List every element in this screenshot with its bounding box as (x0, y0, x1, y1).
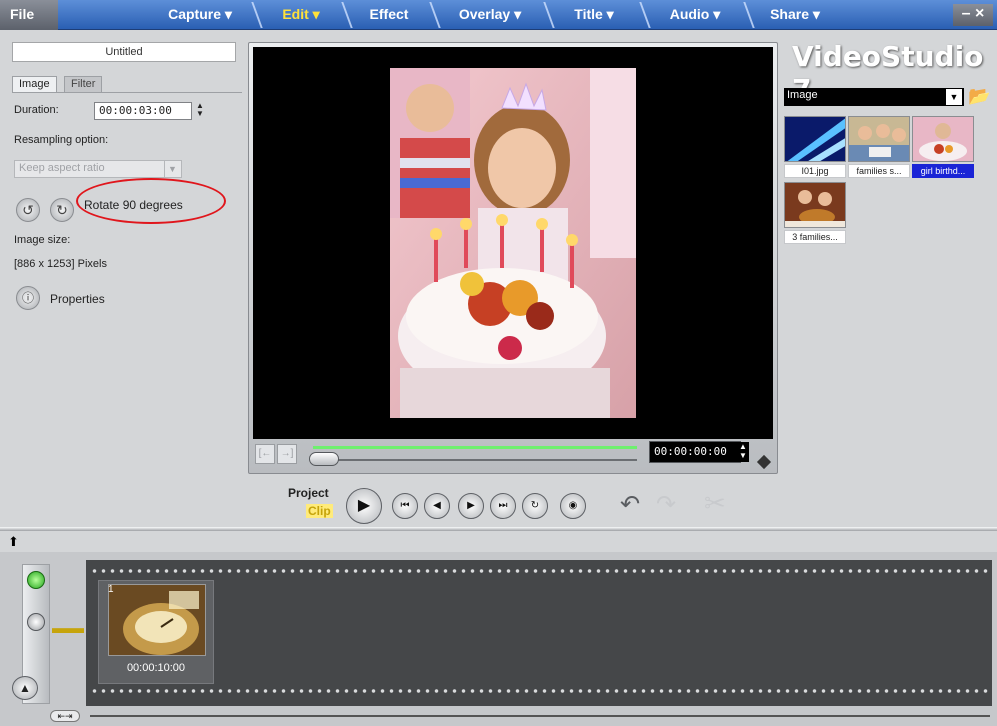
image-size-label: Image size: (14, 234, 71, 246)
properties-icon[interactable]: ⓘ (16, 286, 40, 310)
storyboard-track[interactable] (86, 560, 992, 706)
library-thumbnail (784, 182, 846, 228)
resampling-label: Resampling option: (14, 134, 109, 146)
split-clip-icon[interactable]: ✂ (704, 488, 726, 519)
library-item-caption: girl birthd... (912, 164, 974, 178)
storyboard-view-icon[interactable] (27, 571, 45, 589)
open-media-icon[interactable]: ▲ (12, 676, 38, 700)
duration-spinner-icon[interactable]: ▲ ▼ (194, 102, 206, 120)
timecode-spinner-icon[interactable]: ▲ ▼ (737, 442, 749, 462)
rotate-left-icon[interactable]: ↺ (16, 198, 40, 222)
timeline-scrollbar[interactable] (90, 715, 990, 717)
arrow-up-icon[interactable]: ⬆ (8, 534, 19, 550)
library-item-selected[interactable]: girl birthd... (912, 116, 974, 178)
project-mode-label[interactable]: Project (288, 486, 329, 500)
film-perforations (90, 568, 988, 574)
preview-window: [← →] 00:00:00:00 ▲ ▼ (248, 42, 778, 474)
project-title-field[interactable]: Untitled (12, 42, 236, 62)
undo-icon[interactable]: ↶ (620, 490, 640, 519)
window-controls[interactable]: – × (953, 4, 993, 26)
clip-mode-label[interactable]: Clip (306, 504, 333, 518)
library-item[interactable]: families s... (848, 116, 910, 178)
library-item-caption: families s... (848, 164, 910, 178)
zoom-timeline-icon[interactable]: ⇤⇥ (50, 710, 80, 722)
clip-duration: 00:00:10:00 (126, 662, 186, 674)
duration-label: Duration: (14, 104, 59, 116)
end-icon[interactable]: ⏭ (490, 493, 516, 519)
library-item-caption: I01.jpg (784, 164, 846, 178)
timecode-display[interactable]: 00:00:00:00 (649, 441, 741, 463)
play-icon[interactable]: ▶ (346, 488, 382, 524)
top-menu-bar: File Capture ▾ Edit ▾ Effect Overlay ▾ T… (0, 0, 997, 30)
tab-image[interactable]: Image (12, 76, 57, 92)
trim-buttons: [← →] (255, 444, 303, 466)
step-share[interactable]: Share ▾ (752, 0, 838, 30)
film-perforations (90, 688, 988, 694)
clip-thumbnail (108, 584, 206, 656)
scrubber-handle[interactable] (309, 452, 339, 466)
scrubber-track[interactable] (313, 459, 637, 461)
tab-filter[interactable]: Filter (64, 76, 103, 92)
library-item[interactable]: 3 families... (784, 182, 846, 244)
open-folder-icon[interactable]: 📂 (968, 86, 994, 108)
duration-field[interactable]: 00:00:03:00 (94, 102, 192, 120)
redo-icon[interactable]: ↷ (656, 490, 676, 519)
library-category-select[interactable]: Image (784, 88, 964, 106)
mark-out-icon[interactable]: →] (277, 444, 297, 464)
step-effect[interactable]: Effect (352, 0, 426, 30)
file-menu[interactable]: File (0, 0, 58, 30)
step-title[interactable]: Title ▾ (552, 0, 636, 30)
resize-handle-icon[interactable] (756, 454, 772, 470)
step-overlay[interactable]: Overlay ▾ (440, 0, 540, 30)
previous-frame-icon[interactable]: ◀ (424, 493, 450, 519)
preview-image (390, 68, 636, 418)
timeline-divider[interactable] (0, 527, 997, 531)
chevron-down-icon[interactable]: ▼ (946, 89, 962, 105)
library-thumbnail (848, 116, 910, 162)
tab-divider (12, 92, 242, 93)
preview-screen (253, 47, 773, 439)
chevron-down-icon[interactable]: ▼ (164, 161, 180, 177)
image-size-value: [886 x 1253] Pixels (14, 258, 107, 270)
home-icon[interactable]: ⏮ (392, 493, 418, 519)
options-panel: Untitled Image Filter Duration: 00:00:03… (6, 40, 242, 520)
mark-in-icon[interactable]: [← (255, 444, 275, 464)
properties-label[interactable]: Properties (50, 292, 105, 306)
library-thumbnail (784, 116, 846, 162)
resampling-select[interactable]: Keep aspect ratio (14, 160, 182, 178)
timeline-view-icon[interactable] (27, 613, 45, 631)
filmstrip-icon: ▬▬ (52, 620, 84, 637)
step-capture[interactable]: Capture ▾ (150, 0, 250, 30)
library-thumbnail (912, 116, 974, 162)
repeat-icon[interactable]: ↻ (522, 493, 548, 519)
clip-number: 1 (108, 584, 114, 595)
step-edit[interactable]: Edit ▾ (264, 0, 338, 30)
volume-icon[interactable]: ◉ (560, 493, 586, 519)
trim-range-bar (313, 446, 637, 449)
next-frame-icon[interactable]: ▶ (458, 493, 484, 519)
rotate-right-icon[interactable]: ↻ (50, 198, 74, 222)
library-item-caption: 3 families... (784, 230, 846, 244)
highlight-ellipse (76, 178, 226, 224)
step-audio[interactable]: Audio ▾ (650, 0, 740, 30)
library-item[interactable]: I01.jpg (784, 116, 846, 178)
